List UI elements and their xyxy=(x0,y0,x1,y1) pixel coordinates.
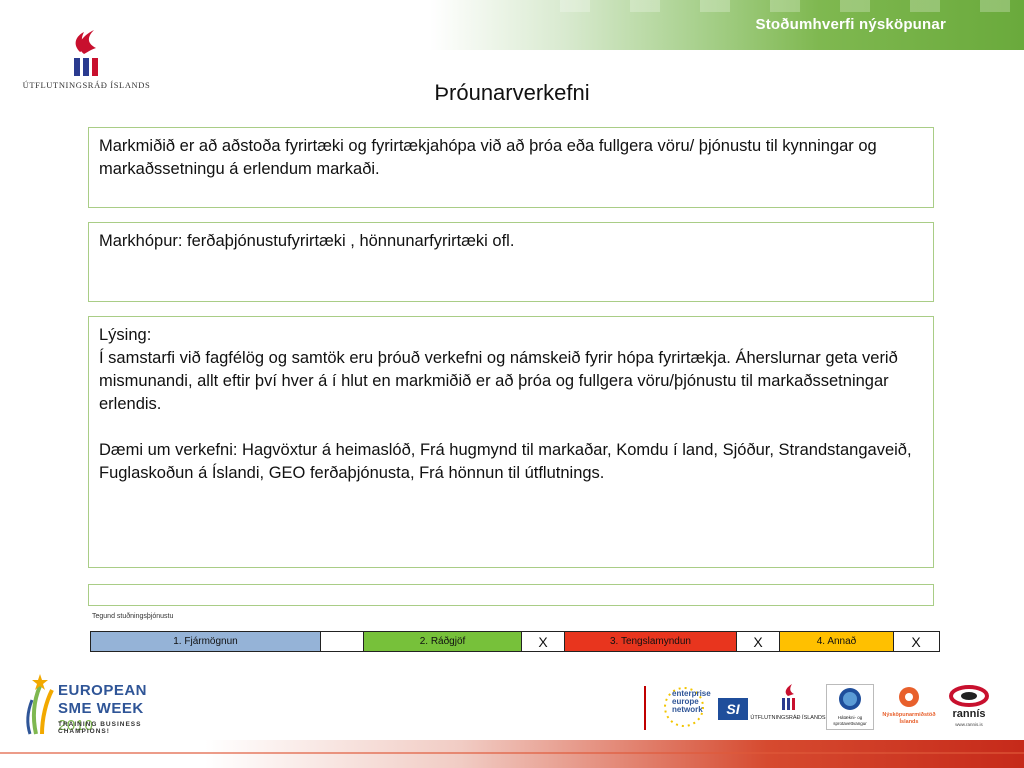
support-cell-financing: 1. Fjármögnun xyxy=(91,632,321,651)
support-cell-networking: 3. Tengslamyndun xyxy=(565,632,737,651)
page-title: Þróunarverkefni xyxy=(434,80,590,105)
utflutningsrad-small-logo: ÚTFLUTNINGSRÁÐ ÍSLANDS xyxy=(750,684,826,730)
sme-tagline: TRAINING BUSINESS CHAMPIONS! xyxy=(58,721,142,735)
support-cell-label: 3. Tengslamyndun xyxy=(610,636,691,647)
een-text: enterprise europe network xyxy=(672,690,711,714)
footer-divider xyxy=(644,686,646,730)
sme-figure-icon xyxy=(26,674,54,735)
support-type-label: Tegund stuðningsþjónustu xyxy=(92,613,174,620)
examples-paragraph: Dæmi um verkefni: Hagvöxtur á heimaslóð,… xyxy=(99,441,912,482)
support-mark-other: X xyxy=(894,632,938,651)
support-cell-label: 4. Annað xyxy=(816,636,857,647)
support-type-table: 1. Fjármögnun 2. Ráðgjöf X 3. Tengslamyn… xyxy=(90,631,940,652)
sme-week-text: SME WEEK xyxy=(58,700,144,717)
sme-line1: EUROPEAN xyxy=(58,682,148,699)
rannis-name: rannís xyxy=(952,708,986,720)
rannis-swoosh-icon xyxy=(949,685,989,707)
rannis-url: www.rannis.is xyxy=(955,722,983,727)
support-mark-financing xyxy=(321,632,364,651)
rannis-logo: rannís www.rannis.is xyxy=(946,684,992,730)
een-line3: network xyxy=(672,705,703,714)
nmi-text: Nýsköpunarmiðstöð Íslands xyxy=(876,712,942,726)
enterprise-europe-network-logo: enterprise europe network xyxy=(656,684,716,730)
si-text: SI xyxy=(718,698,748,720)
support-cell-consulting: 2. Ráðgjöf xyxy=(364,632,522,651)
support-mark-consulting: X xyxy=(522,632,565,651)
goal-text: Markmiðið er að aðstoða fyrirtæki og fyr… xyxy=(99,137,877,178)
flame-emblem-icon xyxy=(74,30,98,76)
target-group-box: Markhópur: ferðaþjónustufyrirtæki , hönn… xyxy=(88,222,934,302)
nmi-flower-icon xyxy=(899,687,919,707)
description-heading: Lýsing: xyxy=(99,326,152,344)
goal-box: Markmiðið er að aðstoða fyrirtæki og fyr… xyxy=(88,127,934,208)
footer-line xyxy=(0,752,1024,754)
footer-band xyxy=(0,740,1024,768)
banner-decoration xyxy=(560,0,1024,12)
description-box: Lýsing: Í samstarfi við fagfélög og samt… xyxy=(88,316,934,568)
banner-title: Stoðumhverfi nýsköpunar xyxy=(755,16,946,33)
flame-emblem-small-icon xyxy=(782,684,795,710)
utflutningsrad-small-text: ÚTFLUTNINGSRÁÐ ÍSLANDS xyxy=(750,715,826,721)
hataekni-logo: Hátækni- og sprotavettvangur xyxy=(826,684,874,730)
support-cell-other: 4. Annað xyxy=(780,632,894,651)
si-logo: SI xyxy=(718,684,748,730)
hataekni-line2: sprotavettvangur xyxy=(833,721,867,726)
nyskopunarmidstod-logo: Nýsköpunarmiðstöð Íslands xyxy=(876,684,942,730)
european-sme-week-logo: EUROPEAN SME WEEK 2010 TRAINING BUSINESS… xyxy=(22,672,182,736)
support-cell-label: 1. Fjármögnun xyxy=(173,636,238,647)
hataekni-text: Hátækni- og sprotavettvangur xyxy=(827,715,873,727)
globe-icon xyxy=(839,688,861,710)
support-mark-networking: X xyxy=(737,632,780,651)
empty-box xyxy=(88,584,934,606)
description-paragraph: Í samstarfi við fagfélög og samtök eru þ… xyxy=(99,349,898,413)
nmi-line2: Íslands xyxy=(899,719,919,725)
support-cell-label: 2. Ráðgjöf xyxy=(419,636,466,647)
target-group-text: Markhópur: ferðaþjónustufyrirtæki , hönn… xyxy=(99,232,515,250)
nmi-line1: Nýsköpunarmiðstöð xyxy=(882,712,936,718)
